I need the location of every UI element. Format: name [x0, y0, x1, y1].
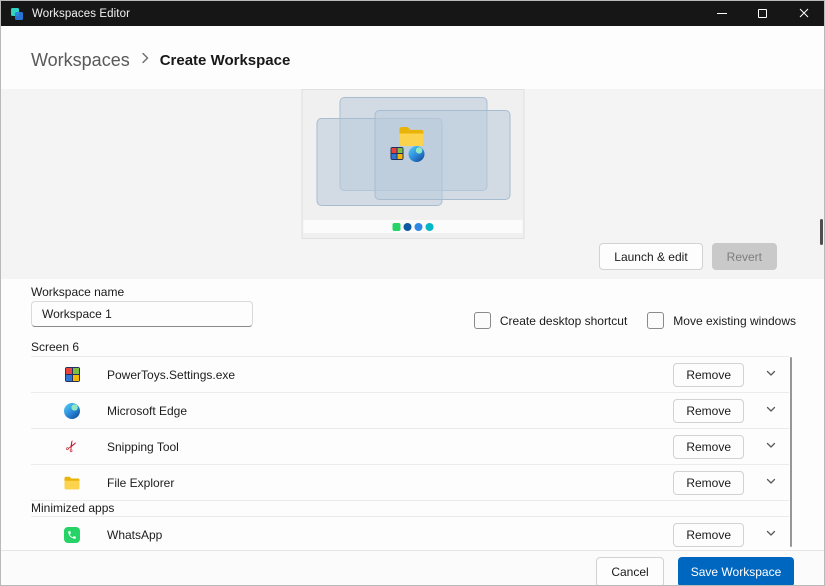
- revert-button[interactable]: Revert: [712, 243, 777, 270]
- taskbar-app-icon: [414, 223, 422, 231]
- minimized-section-label: Minimized apps: [31, 501, 114, 515]
- chevron-right-icon: [140, 51, 150, 70]
- app-row: PowerToys.Settings.exe Remove: [31, 357, 789, 393]
- remove-button[interactable]: Remove: [673, 435, 744, 459]
- remove-button[interactable]: Remove: [673, 363, 744, 387]
- chevron-down-icon: [765, 367, 777, 382]
- cancel-button[interactable]: Cancel: [596, 557, 664, 586]
- workspace-name-input[interactable]: [31, 301, 253, 327]
- app-name: File Explorer: [107, 476, 174, 490]
- app-name: Microsoft Edge: [107, 404, 187, 418]
- screen-app-list: PowerToys.Settings.exeRemoveMicrosoft Ed…: [31, 356, 789, 501]
- list-scrollbar-thumb[interactable]: [790, 357, 792, 547]
- app-row: ✂ Snipping Tool Remove: [31, 429, 789, 465]
- microsoft-edge-icon: [64, 403, 80, 419]
- window-controls: [701, 1, 824, 26]
- whatsapp-icon: [64, 527, 80, 543]
- window-title: Workspaces Editor: [32, 8, 130, 20]
- chevron-down-button[interactable]: [753, 433, 789, 461]
- edge-icon: [408, 146, 424, 162]
- workspace-preview-image: [301, 89, 524, 239]
- file-explorer-icon: [64, 475, 80, 491]
- checkbox-label: Create desktop shortcut: [500, 314, 627, 328]
- minimized-app-list: WhatsApp Remove: [31, 516, 789, 553]
- titlebar: Workspaces Editor: [1, 1, 824, 26]
- powertoys-logo-icon: [10, 7, 24, 21]
- taskbar-app-icon: [425, 223, 433, 231]
- breadcrumb-create-workspace: Create Workspace: [160, 52, 291, 69]
- window-scrollbar-thumb[interactable]: [820, 219, 823, 245]
- banner-actions: Launch & edit Revert: [599, 243, 777, 270]
- remove-button[interactable]: Remove: [673, 471, 744, 495]
- preview-taskbar: [303, 220, 522, 233]
- chevron-down-icon: [765, 527, 777, 542]
- snipping-tool-icon: ✂: [64, 439, 80, 455]
- app-name: WhatsApp: [107, 528, 162, 542]
- create-desktop-shortcut-checkbox[interactable]: Create desktop shortcut: [474, 312, 627, 329]
- workspaces-editor-window: Workspaces Editor Workspaces Create Work…: [0, 0, 825, 586]
- minimize-icon: [717, 13, 727, 14]
- breadcrumb: Workspaces Create Workspace: [31, 45, 290, 75]
- checkbox-label: Move existing windows: [673, 314, 796, 328]
- chevron-down-icon: [765, 475, 777, 490]
- close-icon: [799, 6, 809, 21]
- footer-bar: Cancel Save Workspace: [1, 550, 824, 585]
- chevron-down-button[interactable]: [753, 361, 789, 389]
- checkbox-row: Create desktop shortcut Move existing wi…: [474, 312, 796, 329]
- app-row: WhatsApp Remove: [31, 517, 789, 553]
- chevron-down-icon: [765, 439, 777, 454]
- app-name: Snipping Tool: [107, 440, 179, 454]
- taskbar-app-icon: [392, 223, 400, 231]
- close-button[interactable]: [783, 1, 824, 26]
- screen-section-label: Screen 6: [31, 340, 79, 354]
- launch-edit-button[interactable]: Launch & edit: [599, 243, 702, 270]
- checkbox-box-icon[interactable]: [474, 312, 491, 329]
- chevron-down-button[interactable]: [753, 521, 789, 549]
- powertoys-settings-icon: [64, 367, 80, 383]
- app-grid-icon: [390, 147, 403, 160]
- preview-banner: Launch & edit Revert: [1, 89, 824, 279]
- app-name: PowerToys.Settings.exe: [107, 368, 235, 382]
- breadcrumb-workspaces[interactable]: Workspaces: [31, 50, 130, 71]
- chevron-down-button[interactable]: [753, 469, 789, 497]
- chevron-down-button[interactable]: [753, 397, 789, 425]
- maximize-button[interactable]: [742, 1, 783, 26]
- checkbox-box-icon[interactable]: [647, 312, 664, 329]
- maximize-icon: [758, 9, 767, 18]
- move-existing-windows-checkbox[interactable]: Move existing windows: [647, 312, 796, 329]
- minimize-button[interactable]: [701, 1, 742, 26]
- remove-button[interactable]: Remove: [673, 399, 744, 423]
- remove-button[interactable]: Remove: [673, 523, 744, 547]
- taskbar-app-icon: [403, 223, 411, 231]
- chevron-down-icon: [765, 403, 777, 418]
- app-row: File Explorer Remove: [31, 465, 789, 501]
- workspace-name-label: Workspace name: [31, 285, 124, 299]
- app-row: Microsoft Edge Remove: [31, 393, 789, 429]
- save-workspace-button[interactable]: Save Workspace: [678, 557, 794, 586]
